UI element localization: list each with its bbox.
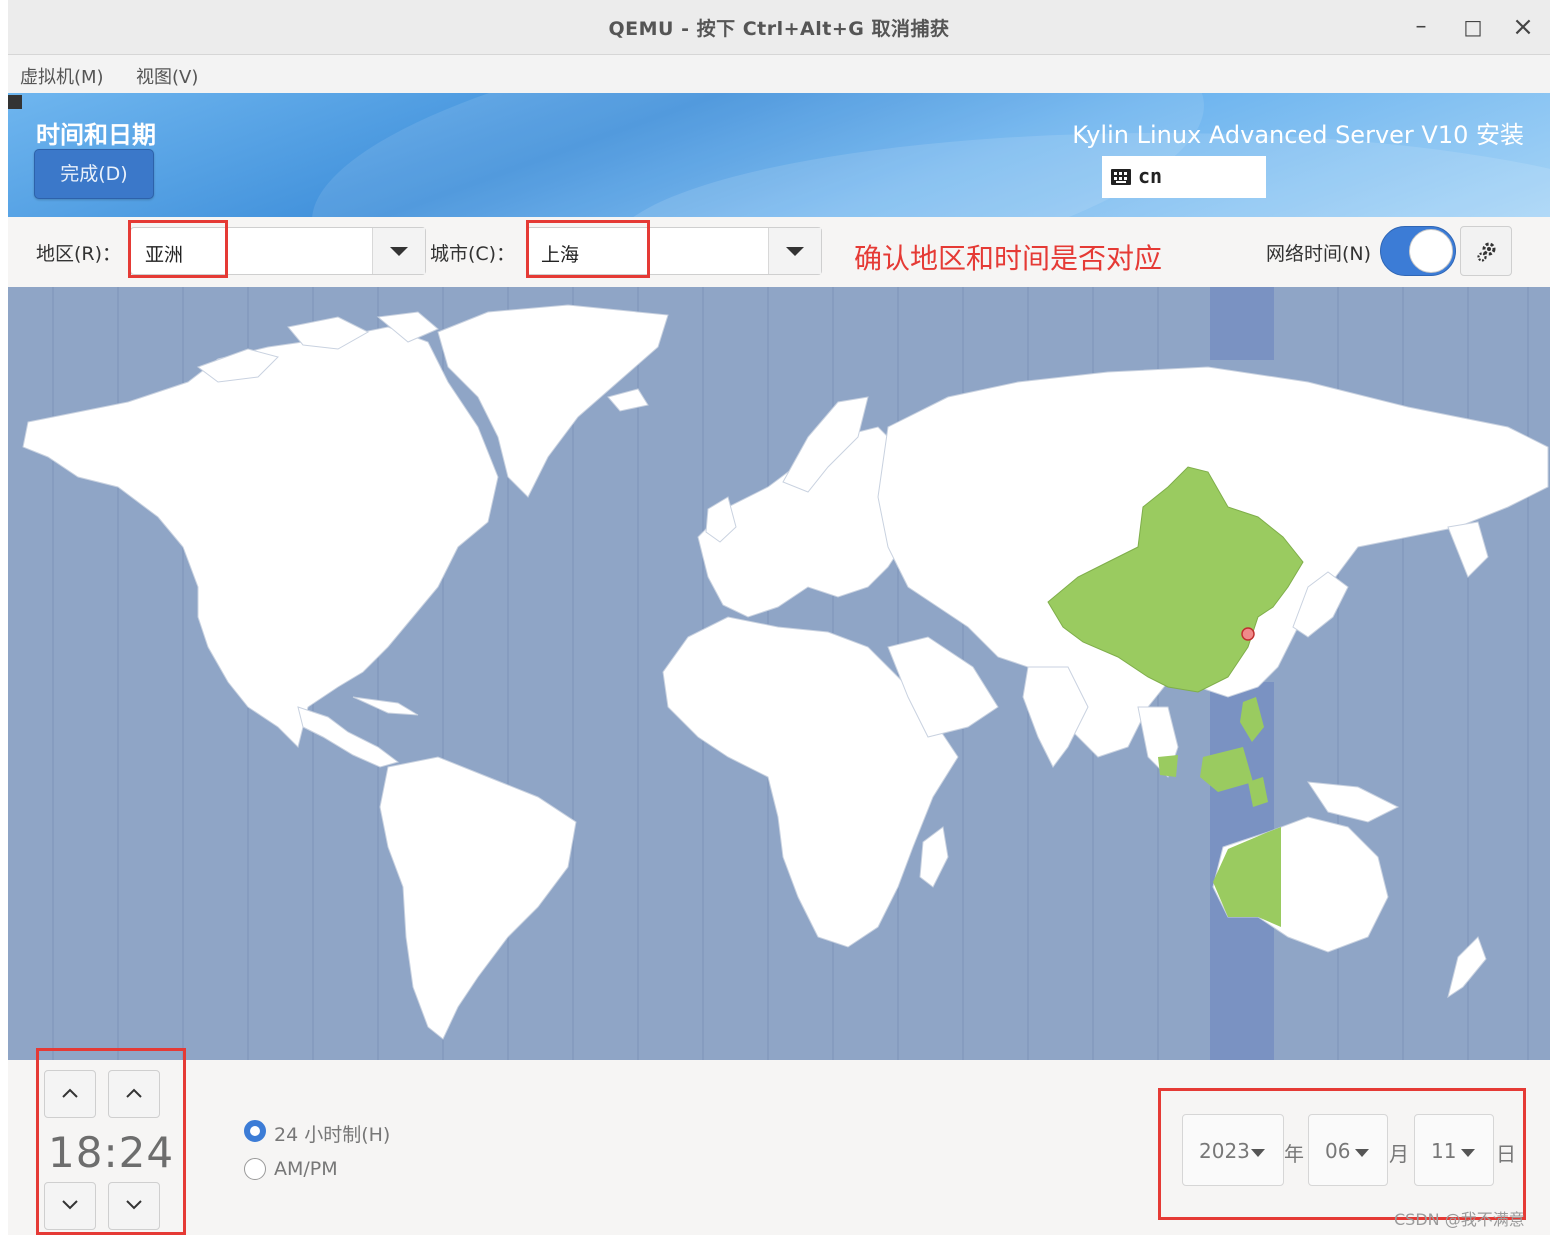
format-24h-radio[interactable] bbox=[244, 1120, 266, 1142]
day-combo[interactable]: 11 bbox=[1414, 1114, 1494, 1186]
format-ampm-label: AM/PM bbox=[274, 1158, 338, 1180]
format-24h-label: 24 小时制(H) bbox=[274, 1124, 391, 1146]
world-map-svg[interactable] bbox=[8, 287, 1550, 1060]
page-title: 时间和日期 bbox=[36, 121, 156, 149]
cursor-icon bbox=[8, 95, 22, 109]
annotation-text: 确认地区和时间是否对应 bbox=[854, 242, 1163, 275]
city-dropdown-button[interactable] bbox=[768, 228, 821, 274]
maximize-button[interactable]: □ bbox=[1458, 12, 1488, 42]
day-unit: 日 bbox=[1496, 1142, 1516, 1166]
menu-item-vm[interactable]: 虚拟机(M) bbox=[20, 63, 104, 89]
selected-timezone-band-top bbox=[1210, 287, 1274, 360]
keyboard-icon bbox=[1111, 169, 1131, 185]
month-unit: 月 bbox=[1389, 1142, 1409, 1166]
land-masses bbox=[22, 304, 1549, 1040]
gear-icon bbox=[1477, 242, 1496, 262]
region-label: 地区(R)： bbox=[36, 243, 122, 265]
chevron-down-icon bbox=[390, 247, 408, 256]
caret-down-icon bbox=[1355, 1149, 1369, 1157]
city-label: 城市(C)： bbox=[430, 243, 516, 265]
caret-down-icon bbox=[1251, 1149, 1265, 1157]
format-ampm-radio[interactable] bbox=[244, 1158, 266, 1180]
installer-header: 时间和日期 完成(D) Kylin Linux Advanced Server … bbox=[8, 93, 1550, 217]
window-title: QEMU - 按下 Ctrl+Alt+G 取消捕获 bbox=[608, 18, 950, 40]
year-unit: 年 bbox=[1284, 1142, 1304, 1166]
annotation-highlight-box bbox=[36, 1048, 186, 1235]
month-combo[interactable]: 06 bbox=[1308, 1114, 1388, 1186]
close-button[interactable]: × bbox=[1508, 12, 1538, 42]
keyboard-layout-indicator[interactable]: cn bbox=[1102, 156, 1266, 198]
caret-down-icon bbox=[1461, 1149, 1475, 1157]
city-location-marker bbox=[1241, 627, 1255, 641]
timezone-controls: 地区(R)： 亚洲 城市(C)： 上海 确认地区和时间是否对应 网络时间(N) bbox=[8, 217, 1550, 287]
chevron-down-icon bbox=[786, 247, 804, 256]
keyboard-layout-label: cn bbox=[1138, 164, 1163, 188]
done-button[interactable]: 完成(D) bbox=[34, 149, 154, 199]
year-combo[interactable]: 2023 bbox=[1182, 1114, 1284, 1186]
annotation-highlight-box bbox=[526, 220, 650, 278]
network-time-label: 网络时间(N) bbox=[1266, 243, 1372, 265]
time-date-panel: 18:24 24 小时制(H) AM/PM 2023 年 06 月 11 日 bbox=[8, 1048, 1550, 1235]
switch-knob bbox=[1409, 229, 1453, 273]
product-title: Kylin Linux Advanced Server V10 安装 bbox=[1072, 121, 1524, 149]
annotation-highlight-box bbox=[128, 220, 228, 278]
menu-item-view[interactable]: 视图(V) bbox=[136, 63, 198, 89]
day-value: 11 bbox=[1431, 1139, 1457, 1163]
network-time-settings-button[interactable] bbox=[1460, 226, 1512, 276]
region-dropdown-button[interactable] bbox=[372, 228, 425, 274]
year-value: 2023 bbox=[1199, 1139, 1250, 1163]
watermark: CSDN @我不满意 bbox=[1394, 1210, 1525, 1229]
network-time-switch[interactable] bbox=[1380, 226, 1456, 276]
window-titlebar[interactable]: QEMU - 按下 Ctrl+Alt+G 取消捕获 – □ × bbox=[8, 0, 1550, 55]
month-value: 06 bbox=[1325, 1139, 1351, 1163]
timezone-map[interactable] bbox=[8, 287, 1550, 1060]
menu-bar: 虚拟机(M) 视图(V) bbox=[8, 55, 1550, 94]
minimize-button[interactable]: – bbox=[1406, 12, 1436, 42]
